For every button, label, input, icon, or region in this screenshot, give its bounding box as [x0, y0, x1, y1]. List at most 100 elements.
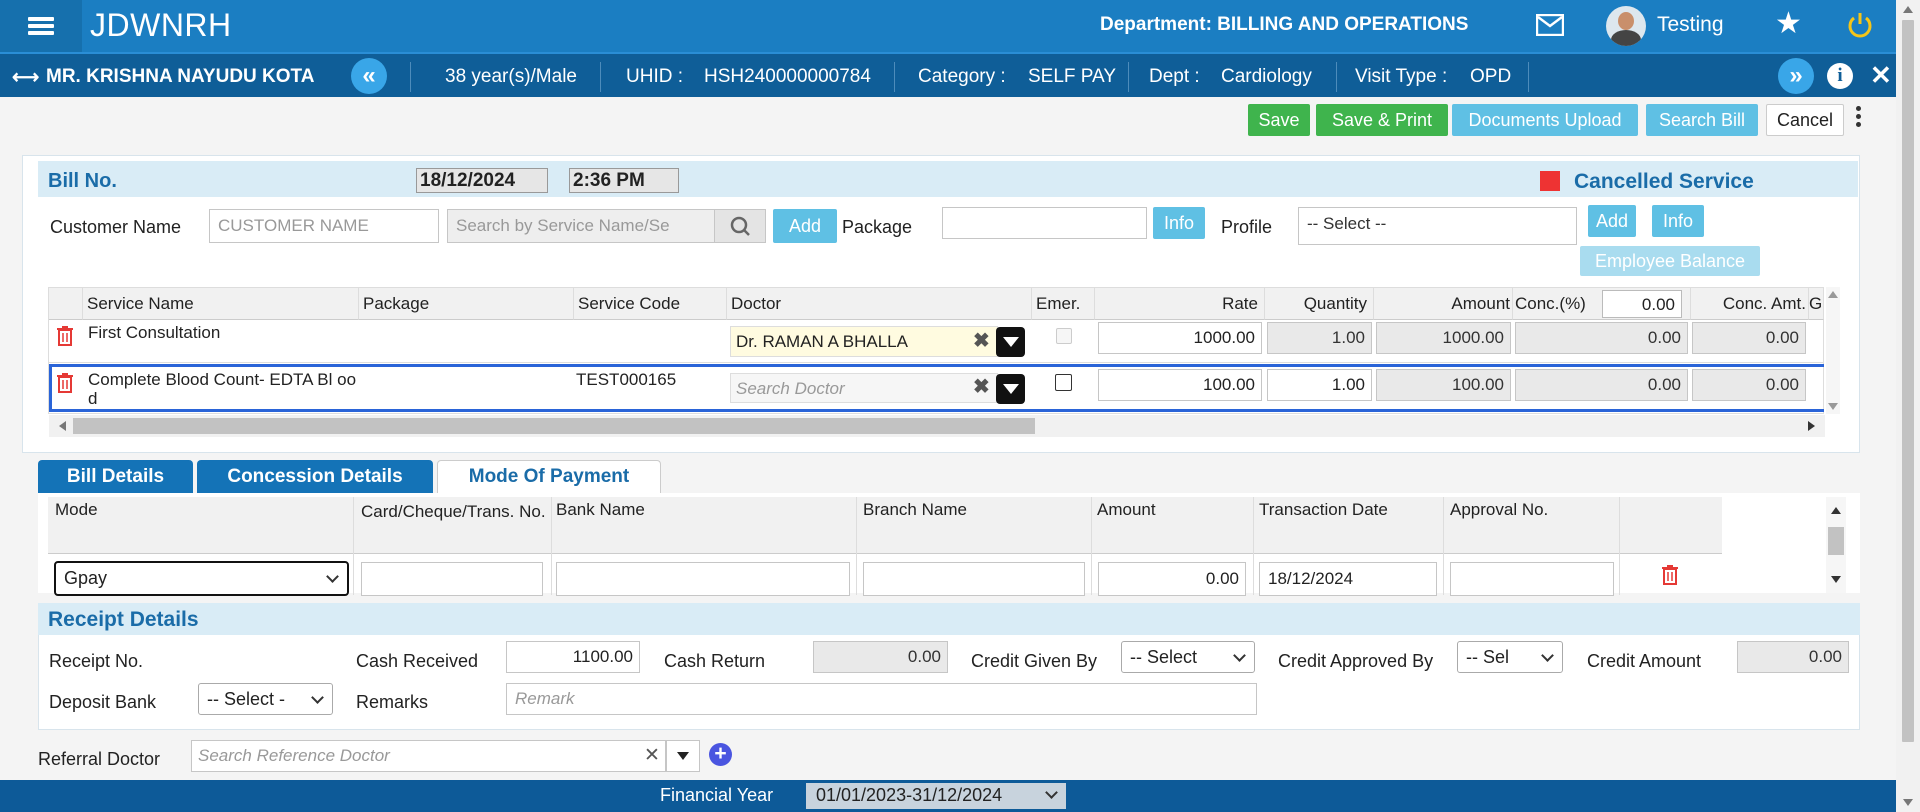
- info-icon[interactable]: i: [1827, 63, 1853, 89]
- add-service-button[interactable]: Add: [773, 209, 837, 243]
- package-info-button[interactable]: Info: [1153, 207, 1205, 239]
- package-input[interactable]: [942, 207, 1147, 239]
- dept-value: Cardiology: [1221, 66, 1312, 87]
- grid-horizontal-scrollbar[interactable]: [49, 415, 1825, 437]
- more-options-icon[interactable]: [1856, 106, 1862, 127]
- clear-icon[interactable]: ✖: [973, 374, 990, 399]
- search-bill-button[interactable]: Search Bill: [1646, 104, 1758, 136]
- profile-info-button[interactable]: Info: [1652, 205, 1704, 237]
- tab-bill-details[interactable]: Bill Details: [38, 460, 193, 493]
- grid-col-code: Service Code: [574, 287, 727, 320]
- page-scrollbar[interactable]: [1896, 0, 1920, 812]
- conc-amt-field: 0.00: [1692, 369, 1806, 401]
- power-icon[interactable]: [1846, 11, 1874, 39]
- trash-icon[interactable]: [55, 372, 75, 394]
- patient-age-sex: 38 year(s)/Male: [445, 66, 577, 87]
- cancel-button[interactable]: Cancel: [1766, 104, 1844, 136]
- credit-given-select[interactable]: -- Select: [1121, 641, 1255, 673]
- grid-vertical-scrollbar[interactable]: [1826, 287, 1840, 414]
- pay-col-date: Transaction Date: [1259, 500, 1388, 519]
- employee-balance-button[interactable]: Employee Balance: [1580, 246, 1760, 276]
- profile-add-button[interactable]: Add: [1588, 205, 1636, 237]
- grid-col-conc-amt: Conc. Amt.: [1691, 287, 1809, 320]
- payment-vertical-scrollbar[interactable]: [1826, 497, 1846, 593]
- emergency-checkbox[interactable]: [1055, 374, 1072, 391]
- save-print-button[interactable]: Save & Print: [1316, 104, 1448, 136]
- chevron-down-icon: [326, 570, 339, 583]
- receipt-details-title: Receipt Details: [48, 608, 199, 631]
- footer-bar: Financial Year 01/01/2023-31/12/2024: [0, 780, 1896, 812]
- documents-upload-button[interactable]: Documents Upload: [1452, 104, 1638, 136]
- avatar[interactable]: [1606, 6, 1646, 46]
- grid-col-service: Service Name: [83, 287, 359, 320]
- deposit-bank-select[interactable]: -- Select -: [198, 683, 333, 715]
- dropdown-icon[interactable]: [996, 374, 1025, 404]
- save-button[interactable]: Save: [1248, 104, 1310, 136]
- doctor-search-input[interactable]: Search Doctor: [730, 373, 998, 403]
- swap-icon[interactable]: ⟷: [12, 66, 39, 89]
- grid-col-rate: Rate: [1095, 287, 1265, 320]
- pay-col-card: Card/Cheque/Trans. No.: [361, 502, 546, 521]
- referral-doctor-input[interactable]: Search Reference Doctor: [191, 740, 666, 772]
- mail-icon[interactable]: [1536, 14, 1564, 36]
- grid-col-doctor: Doctor: [727, 287, 1032, 320]
- credit-amount-field: 0.00: [1737, 641, 1849, 673]
- receipt-no-label: Receipt No.: [49, 651, 144, 671]
- collapse-left-icon[interactable]: «: [351, 58, 387, 94]
- trash-icon[interactable]: [55, 325, 75, 347]
- expand-right-icon[interactable]: »: [1778, 58, 1814, 94]
- grid-col-action: [49, 287, 83, 320]
- conc-pct-field[interactable]: 0.00: [1515, 369, 1688, 401]
- financial-year-select[interactable]: 01/01/2023-31/12/2024: [806, 783, 1066, 809]
- uhid-label: UHID :: [626, 66, 683, 87]
- grid-col-package: Package: [359, 287, 574, 320]
- quantity-input[interactable]: 1.00: [1267, 322, 1372, 354]
- payment-amount-input[interactable]: 0.00: [1098, 562, 1246, 596]
- cancelled-service-label: Cancelled Service: [1574, 170, 1754, 193]
- add-referral-icon[interactable]: +: [709, 743, 732, 766]
- scrollbar-thumb[interactable]: [73, 418, 1035, 434]
- remarks-input[interactable]: Remark: [506, 683, 1257, 715]
- financial-year-label: Financial Year: [660, 785, 774, 805]
- service-search-input[interactable]: Search by Service Name/Se: [447, 209, 715, 243]
- close-icon[interactable]: ✕: [1870, 60, 1892, 91]
- cash-return-label: Cash Return: [664, 651, 766, 671]
- visit-value: OPD: [1470, 66, 1512, 87]
- cash-received-input[interactable]: 1100.00: [506, 641, 640, 673]
- rate-input[interactable]: 1000.00: [1098, 322, 1262, 354]
- category-value: SELF PAY: [1028, 66, 1116, 87]
- tab-concession-details[interactable]: Concession Details: [197, 460, 433, 493]
- emergency-checkbox[interactable]: [1056, 328, 1072, 344]
- tab-mode-of-payment[interactable]: Mode Of Payment: [437, 460, 661, 493]
- payment-mode-select[interactable]: Gpay: [54, 561, 349, 596]
- dropdown-icon[interactable]: [996, 327, 1025, 357]
- chevron-down-icon: [1541, 649, 1554, 662]
- star-icon[interactable]: ★: [1775, 6, 1802, 41]
- bill-no-label: Bill No.: [48, 170, 117, 192]
- trash-icon[interactable]: [1660, 564, 1680, 586]
- transaction-date-input[interactable]: 18/12/2024: [1259, 562, 1437, 596]
- referral-dropdown-icon[interactable]: [666, 740, 700, 772]
- uhid-value: HSH240000000784: [704, 66, 871, 87]
- conc-pct-header-input[interactable]: 0.00: [1602, 290, 1682, 318]
- search-icon[interactable]: [714, 209, 766, 243]
- approval-no-input[interactable]: [1450, 562, 1614, 596]
- profile-select[interactable]: -- Select --: [1298, 207, 1577, 245]
- card-no-input[interactable]: [361, 562, 543, 596]
- branch-name-input[interactable]: [863, 562, 1085, 596]
- quantity-input[interactable]: 1.00: [1267, 369, 1372, 401]
- customer-name-input[interactable]: CUSTOMER NAME: [209, 209, 439, 243]
- bank-name-input[interactable]: [556, 562, 850, 596]
- pay-col-amount: Amount: [1097, 500, 1156, 519]
- receipt-header: [38, 603, 1860, 635]
- clear-icon[interactable]: ✕: [644, 744, 660, 767]
- remarks-label: Remarks: [356, 692, 429, 712]
- doctor-input[interactable]: Dr. RAMAN A BHALLA: [730, 326, 998, 357]
- rate-input[interactable]: 100.00: [1098, 369, 1262, 401]
- menu-button[interactable]: [0, 0, 82, 52]
- clear-icon[interactable]: ✖: [973, 328, 990, 353]
- user-name[interactable]: Testing: [1657, 13, 1724, 37]
- conc-pct-field[interactable]: 0.00: [1515, 322, 1688, 354]
- pay-col-mode: Mode: [55, 500, 98, 519]
- credit-approved-select[interactable]: -- Sel: [1457, 641, 1563, 673]
